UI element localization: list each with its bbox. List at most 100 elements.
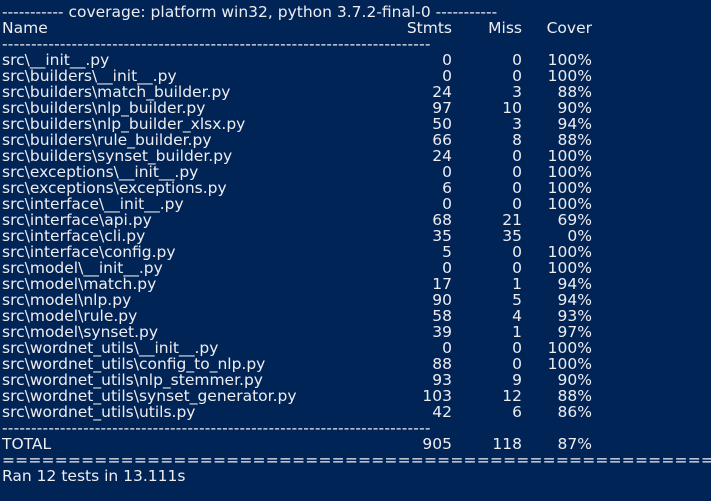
- file-name: src\builders\rule_builder.py: [2, 131, 212, 149]
- stmts-value: 6: [442, 179, 452, 197]
- file-name: src\model\rule.py: [2, 307, 138, 325]
- table-row: src\builders\synset_builder.py 24 0 100%: [2, 148, 711, 164]
- stmts-value: 88: [432, 355, 452, 373]
- file-name: src\wordnet_utils\synset_generator.py: [2, 387, 297, 405]
- file-name: src\exceptions\exceptions.py: [2, 179, 227, 197]
- stmts-value: 17: [432, 275, 452, 293]
- header-miss: Miss: [488, 19, 522, 37]
- miss-value: 0: [512, 259, 522, 277]
- stmts-value: 0: [442, 195, 452, 213]
- total-stmts: 905: [422, 435, 452, 453]
- miss-value: 0: [512, 195, 522, 213]
- miss-value: 35: [502, 227, 522, 245]
- table-row: src\interface\__init__.py 0 0 100%: [2, 196, 711, 212]
- total-row: TOTAL 905 118 87%: [2, 436, 711, 452]
- stmts-value: 0: [442, 339, 452, 357]
- table-row: src\interface\config.py 5 0 100%: [2, 244, 711, 260]
- miss-value: 8: [512, 131, 522, 149]
- table-row: src\model\synset.py 39 1 97%: [2, 324, 711, 340]
- cover-value: 100%: [547, 243, 592, 261]
- cover-value: 94%: [557, 115, 592, 133]
- header-stmts: Stmts: [406, 19, 452, 37]
- header-cover: Cover: [546, 19, 592, 37]
- file-name: src\interface\api.py: [2, 211, 152, 229]
- miss-value: 0: [512, 67, 522, 85]
- file-name: src\model\match.py: [2, 275, 157, 293]
- miss-value: 3: [512, 115, 522, 133]
- table-row: src\model\match.py 17 1 94%: [2, 276, 711, 292]
- cover-value: 100%: [547, 355, 592, 373]
- stmts-value: 0: [442, 67, 452, 85]
- miss-value: 10: [502, 99, 522, 117]
- table-row: src\__init__.py 0 0 100%: [2, 52, 711, 68]
- miss-value: 9: [512, 371, 522, 389]
- cover-value: 93%: [557, 307, 592, 325]
- miss-value: 3: [512, 83, 522, 101]
- stmts-value: 0: [442, 259, 452, 277]
- stmts-value: 0: [442, 163, 452, 181]
- cover-value: 90%: [557, 99, 592, 117]
- file-name: src\interface\config.py: [2, 243, 176, 261]
- cover-value: 100%: [547, 195, 592, 213]
- table-row: src\wordnet_utils\nlp_stemmer.py 93 9 90%: [2, 372, 711, 388]
- file-name: src\model\nlp.py: [2, 291, 132, 309]
- total-cover: 87%: [557, 435, 592, 453]
- cover-value: 88%: [557, 387, 592, 405]
- table-row: src\exceptions\exceptions.py 6 0 100%: [2, 180, 711, 196]
- stmts-value: 68: [432, 211, 452, 229]
- file-name: src\wordnet_utils\__init__.py: [2, 339, 219, 357]
- file-name: src\wordnet_utils\config_to_nlp.py: [2, 355, 266, 373]
- table-row: src\wordnet_utils\utils.py 42 6 86%: [2, 404, 711, 420]
- total-label: TOTAL: [2, 435, 52, 453]
- file-name: src\builders\nlp_builder.py: [2, 99, 206, 117]
- file-name: src\builders\synset_builder.py: [2, 147, 233, 165]
- table-row: src\builders\rule_builder.py 66 8 88%: [2, 132, 711, 148]
- cover-value: 100%: [547, 51, 592, 69]
- file-name: src\wordnet_utils\nlp_stemmer.py: [2, 371, 263, 389]
- stmts-value: 24: [432, 147, 452, 165]
- cover-value: 86%: [557, 403, 592, 421]
- miss-value: 0: [512, 179, 522, 197]
- footer-separator: ========================================…: [2, 452, 711, 468]
- stmts-value: 42: [432, 403, 452, 421]
- table-row: src\interface\api.py 68 21 69%: [2, 212, 711, 228]
- table-row: src\model\nlp.py 90 5 94%: [2, 292, 711, 308]
- table-row: src\model\rule.py 58 4 93%: [2, 308, 711, 324]
- miss-value: 0: [512, 355, 522, 373]
- cover-value: 100%: [547, 163, 592, 181]
- total-miss: 118: [492, 435, 522, 453]
- file-name: src\interface\__init__.py: [2, 195, 184, 213]
- file-name: src\builders\match_builder.py: [2, 83, 231, 101]
- stmts-value: 39: [432, 323, 452, 341]
- stmts-value: 93: [432, 371, 452, 389]
- stmts-value: 90: [432, 291, 452, 309]
- miss-value: 0: [512, 339, 522, 357]
- file-name: src\model\synset.py: [2, 323, 159, 341]
- miss-value: 0: [512, 147, 522, 165]
- table-row: src\model\__init__.py 0 0 100%: [2, 260, 711, 276]
- coverage-banner: ----------- coverage: platform win32, py…: [2, 4, 498, 20]
- cover-value: 94%: [557, 275, 592, 293]
- table-row: src\wordnet_utils\synset_generator.py 103…: [2, 388, 711, 404]
- table-row: src\exceptions\__init__.py 0 0 100%: [2, 164, 711, 180]
- cover-value: 90%: [557, 371, 592, 389]
- table-row: src\builders\nlp_builder_xlsx.py 50 3 94%: [2, 116, 711, 132]
- miss-value: 4: [512, 307, 522, 325]
- stmts-value: 24: [432, 83, 452, 101]
- file-name: src\builders\__init__.py: [2, 67, 177, 85]
- cover-value: 100%: [547, 67, 592, 85]
- table-row: src\builders\nlp_builder.py 97 10 90%: [2, 100, 711, 116]
- cover-value: 0%: [567, 227, 592, 245]
- miss-value: 0: [512, 51, 522, 69]
- file-name: src\__init__.py: [2, 51, 110, 69]
- terminal-output: ----------- coverage: platform win32, py…: [0, 0, 711, 484]
- coverage-table: src\__init__.py 0 0 100% src\builders\__init…: [2, 52, 711, 420]
- cover-value: 100%: [547, 147, 592, 165]
- stmts-value: 50: [432, 115, 452, 133]
- stmts-value: 35: [432, 227, 452, 245]
- file-name: src\model\__init__.py: [2, 259, 163, 277]
- file-name: src\interface\cli.py: [2, 227, 146, 245]
- stmts-value: 0: [442, 51, 452, 69]
- miss-value: 12: [502, 387, 522, 405]
- cover-value: 88%: [557, 83, 592, 101]
